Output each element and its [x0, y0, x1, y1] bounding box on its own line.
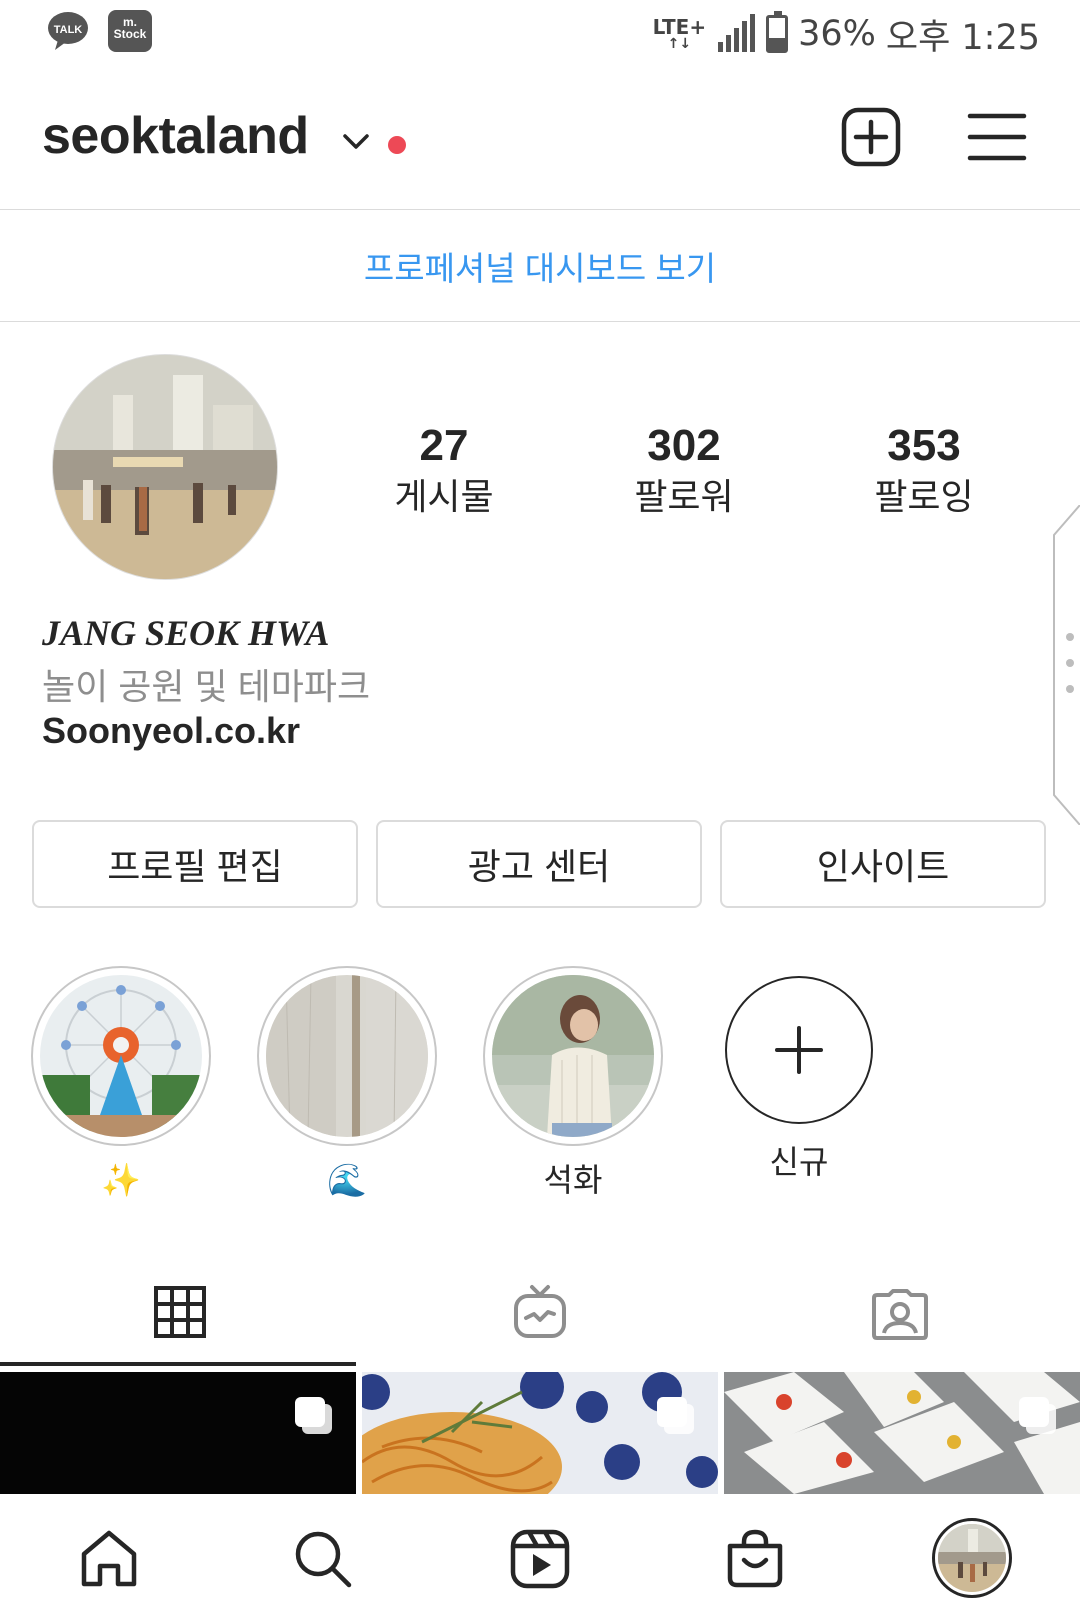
edit-profile-button[interactable]: 프로필 편집	[32, 820, 358, 908]
full-name: JANG SEOK HWA	[42, 613, 330, 653]
reels-icon	[510, 1529, 570, 1589]
battery-icon	[766, 11, 789, 53]
highlight-new[interactable]: 신규	[708, 966, 890, 1182]
highlight-wave[interactable]: 🌊	[256, 966, 438, 1200]
edge-panel-handle[interactable]	[1052, 505, 1080, 825]
stat-followers[interactable]: 302 팔로워	[584, 420, 784, 522]
kakaotalk-icon: TALK	[48, 12, 88, 50]
professional-dashboard-link[interactable]: 프로페셔널 대시보드 보기	[0, 210, 1080, 322]
carousel-icon	[295, 1397, 332, 1434]
profile-tabs	[0, 1258, 1080, 1366]
clock: 오후 1:25	[885, 17, 1040, 58]
nav-search[interactable]	[288, 1524, 358, 1594]
notification-dot	[388, 136, 406, 154]
signal-icon	[718, 14, 756, 52]
shop-icon	[727, 1529, 783, 1588]
highlight-seokhwa[interactable]: 석화	[482, 966, 664, 1200]
insights-button[interactable]: 인사이트	[720, 820, 1046, 908]
status-bar: TALK m. Stock LTE+ ↑↓ 36% 오후 1:25	[0, 0, 1080, 70]
profile-avatar[interactable]	[52, 354, 278, 580]
tab-tagged[interactable]	[720, 1258, 1080, 1366]
post-thumbnail[interactable]	[0, 1372, 356, 1494]
chevron-down-icon[interactable]	[342, 132, 370, 152]
nav-shop[interactable]	[720, 1524, 790, 1594]
tab-grid[interactable]	[0, 1258, 360, 1366]
posts-grid	[0, 1372, 1080, 1494]
highlight-sparkles[interactable]: ✨	[30, 966, 212, 1200]
profile-category: 놀이 공원 및 테마파크	[42, 666, 371, 707]
post-thumbnail[interactable]	[362, 1372, 718, 1494]
lte-indicator: LTE+ ↑↓	[652, 15, 707, 52]
profile-header: seoktaland	[0, 80, 1080, 210]
carousel-icon	[657, 1397, 694, 1434]
nav-profile-avatar[interactable]	[932, 1518, 1012, 1598]
igtv-icon	[514, 1285, 566, 1338]
hamburger-menu-icon[interactable]	[964, 104, 1030, 170]
ferris-wheel-image	[40, 975, 202, 1137]
new-highlight-button[interactable]	[725, 976, 873, 1124]
search-icon	[295, 1531, 352, 1588]
battery-percent: 36%	[798, 14, 876, 54]
plus-icon	[775, 1026, 823, 1074]
post-thumbnail[interactable]	[724, 1372, 1080, 1494]
tab-igtv[interactable]	[360, 1258, 720, 1366]
tagged-icon	[872, 1289, 928, 1340]
stock-app-icon: m. Stock	[108, 10, 152, 52]
stat-following[interactable]: 353 팔로잉	[824, 420, 1024, 522]
username-switcher[interactable]: seoktaland	[42, 106, 309, 166]
avatar-thumbnail	[938, 1524, 1006, 1592]
active-tab-indicator	[0, 1362, 356, 1366]
stat-posts[interactable]: 27 게시물	[344, 420, 544, 522]
nav-home[interactable]	[74, 1524, 144, 1594]
wood-texture-image	[266, 975, 428, 1137]
grid-icon	[154, 1286, 206, 1338]
nav-reels[interactable]	[505, 1524, 575, 1594]
portrait-image	[492, 975, 654, 1137]
plus-square-icon[interactable]	[838, 104, 904, 170]
home-icon	[81, 1530, 137, 1587]
avatar-image	[53, 355, 277, 579]
website-link[interactable]: Soonyeol.co.kr	[42, 710, 300, 752]
svg-text:TALK: TALK	[54, 24, 83, 36]
ad-center-button[interactable]: 광고 센터	[376, 820, 702, 908]
bottom-navigation	[0, 1494, 1080, 1620]
carousel-icon	[1019, 1397, 1056, 1434]
